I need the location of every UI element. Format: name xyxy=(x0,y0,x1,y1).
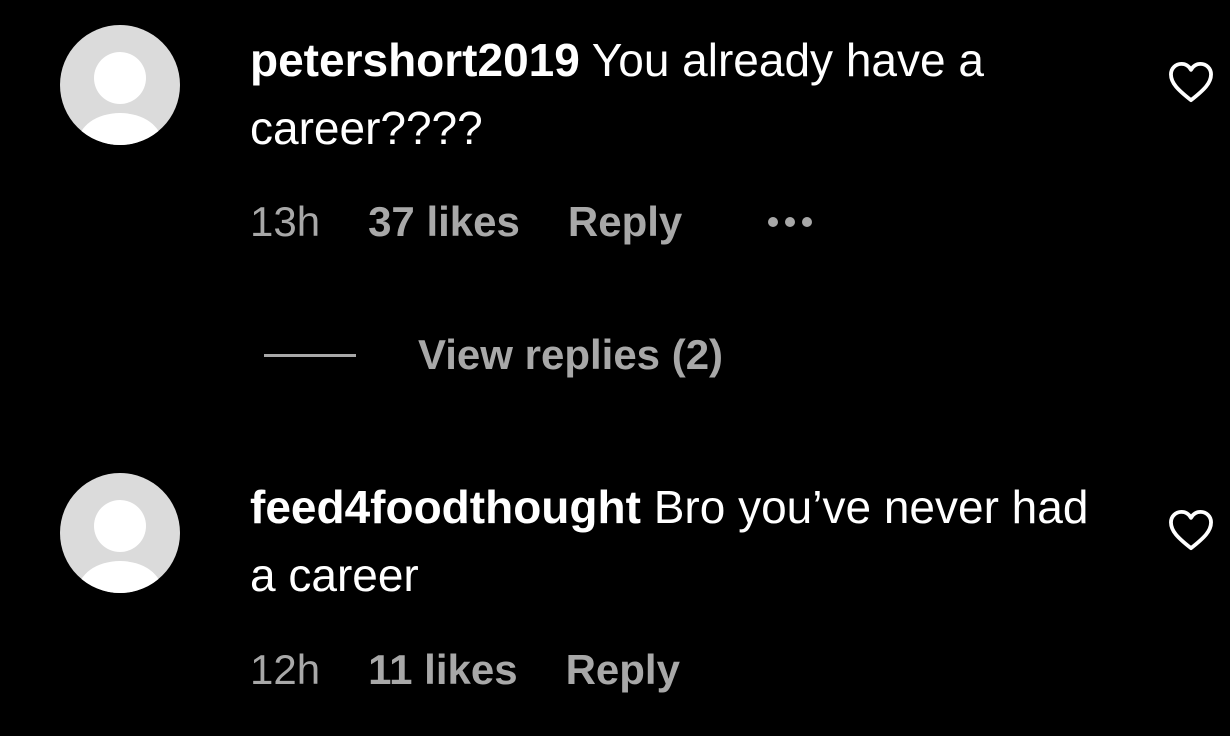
view-replies-button[interactable]: View replies (2) xyxy=(264,330,723,380)
dot xyxy=(802,217,813,227)
comment-timestamp: 12h xyxy=(250,646,321,693)
avatar-body-shape xyxy=(78,113,162,145)
comment-meta: 13h 37 likes Reply xyxy=(250,197,813,247)
reply-button[interactable]: Reply xyxy=(566,646,680,694)
avatar-head-shape xyxy=(94,52,146,104)
divider-line xyxy=(264,353,356,357)
avatar-body-shape xyxy=(78,561,162,593)
dot xyxy=(768,217,779,227)
comment-timestamp: 13h xyxy=(250,198,321,245)
comment-likes-count[interactable]: 11 likes xyxy=(368,646,517,694)
avatar[interactable] xyxy=(60,473,180,593)
comment-meta: 12h 11 likes Reply xyxy=(250,645,680,695)
comment-username[interactable]: petershort2019 xyxy=(250,34,580,86)
comment-body: petershort2019 You already have a career… xyxy=(250,26,1110,162)
avatar-head-shape xyxy=(94,500,146,552)
heart-icon[interactable] xyxy=(1168,61,1214,103)
reply-button[interactable]: Reply xyxy=(568,198,682,246)
view-replies-label: View replies (2) xyxy=(418,331,724,378)
heart-icon[interactable] xyxy=(1168,509,1214,551)
comment-likes-count[interactable]: 37 likes xyxy=(368,198,520,246)
comment-item: petershort2019 You already have a career… xyxy=(0,0,1230,420)
avatar[interactable] xyxy=(60,25,180,145)
dot xyxy=(785,217,796,227)
comment-body: feed4foodthought Bro you’ve never had a … xyxy=(250,473,1110,609)
more-options-icon[interactable] xyxy=(768,197,813,247)
comment-username[interactable]: feed4foodthought xyxy=(250,481,641,533)
comment-item: feed4foodthought Bro you’ve never had a … xyxy=(0,448,1230,736)
